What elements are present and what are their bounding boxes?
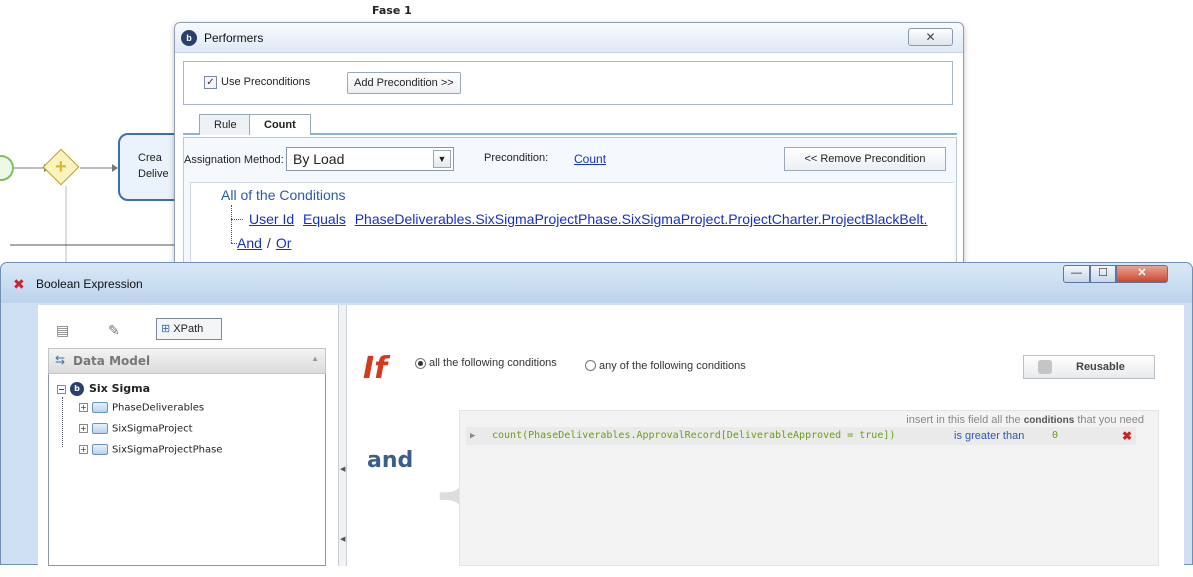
and-keyword: and xyxy=(367,448,414,473)
lane-title: Fase 1 xyxy=(372,4,412,17)
xpath-icon: ⊞ xyxy=(161,323,171,335)
tree-connector xyxy=(231,219,243,220)
and-or-toggle: And / Or xyxy=(237,235,296,251)
data-model-header[interactable]: ⇆ Data Model ▲ xyxy=(48,348,326,374)
any-conditions-radio[interactable] xyxy=(585,360,596,371)
performers-tabs: Rule Count xyxy=(183,111,957,135)
boolean-expression-title: Boolean Expression xyxy=(36,277,143,291)
expression-editor-icon: ✖ xyxy=(13,276,25,292)
tab-count[interactable]: Count xyxy=(249,114,311,135)
data-model-icon: ⇆ xyxy=(55,353,66,367)
data-model-title: Data Model xyxy=(73,354,151,368)
minimize-button[interactable]: — xyxy=(1063,265,1090,283)
count-tab-body: Assignation Method: By Load ▼ Preconditi… xyxy=(183,137,957,273)
boolean-expression-content: ▤ ✎ ⊞ XPath ⇆ Data Model ▲ − b Six Sigma +… xyxy=(38,305,1184,566)
condition-row: User Id Equals PhaseDeliverables.SixSigm… xyxy=(249,211,932,227)
if-keyword: If xyxy=(363,351,388,386)
conditions-panel[interactable]: insert in this field all the conditions … xyxy=(459,410,1159,566)
hint-keyword: conditions xyxy=(1023,415,1075,426)
close-button[interactable]: ✕ xyxy=(908,28,953,46)
tree-item-label: SixSigmaProject xyxy=(112,423,193,435)
tree-connector xyxy=(231,205,232,243)
data-model-tree: − b Six Sigma + PhaseDeliverables + SixSigma… xyxy=(48,374,326,566)
close-icon: ✕ xyxy=(925,30,936,44)
condition-operator[interactable]: is greater than xyxy=(954,427,1024,445)
expand-row-icon[interactable]: ▶ xyxy=(470,427,475,445)
close-button[interactable]: ✕ xyxy=(1116,265,1168,283)
all-conditions-label: all the following conditions xyxy=(429,357,557,369)
condition-operator-link[interactable]: Equals xyxy=(303,211,346,227)
app-logo-icon: b xyxy=(70,382,84,396)
delete-condition-icon[interactable]: ✖ xyxy=(1122,427,1132,445)
data-model-panel: ▤ ✎ ⊞ XPath ⇆ Data Model ▲ − b Six Sigma +… xyxy=(38,305,338,566)
tree-item[interactable]: + SixSigmaProject xyxy=(79,423,193,435)
tree-item[interactable]: + PhaseDeliverables xyxy=(79,402,204,414)
conditions-header[interactable]: All of the Conditions xyxy=(221,187,346,203)
expand-node-icon[interactable]: + xyxy=(79,424,88,433)
boolean-expression-titlebar[interactable]: ✖ Boolean Expression — ☐ ✕ xyxy=(1,263,1192,303)
reusable-button[interactable]: Reusable xyxy=(1023,355,1155,379)
hint-prefix: insert in this field all the xyxy=(906,414,1021,426)
expression-editor-panel: If all the following conditions any of t… xyxy=(346,305,1184,566)
and-or-separator: / xyxy=(266,235,271,251)
precondition-link[interactable]: Count xyxy=(574,152,606,166)
remove-precondition-button[interactable]: << Remove Precondition xyxy=(784,147,946,171)
entity-folder-icon xyxy=(92,444,108,455)
boolean-expression-window: ✖ Boolean Expression — ☐ ✕ ▤ ✎ ⊞ XPath ⇆… xyxy=(0,262,1193,566)
conditions-tree: All of the Conditions User Id Equals Pha… xyxy=(190,182,954,272)
tree-item[interactable]: + SixSigmaProjectPhase xyxy=(79,444,222,456)
performers-titlebar[interactable]: b Performers ✕ xyxy=(175,23,963,53)
chevron-left-icon[interactable]: ◀ xyxy=(340,465,345,473)
performers-dialog: b Performers ✕ ✓ Use Preconditions Add P… xyxy=(174,22,964,273)
gateway-plus-icon: + xyxy=(55,156,67,178)
condition-field-link[interactable]: User Id xyxy=(249,211,294,227)
assignation-method-label: Assignation Method: xyxy=(184,154,284,166)
tree-item-label: PhaseDeliverables xyxy=(112,402,205,414)
tree-root-label: Six Sigma xyxy=(89,382,151,395)
precondition-label: Precondition: xyxy=(484,152,549,164)
assignation-method-value: By Load xyxy=(293,151,345,167)
checkmark-icon xyxy=(1038,360,1052,374)
tree-root[interactable]: − b Six Sigma xyxy=(57,382,150,396)
condition-value-link[interactable]: PhaseDeliverables.SixSigmaProjectPhase.S… xyxy=(355,211,928,227)
performers-title: Performers xyxy=(204,31,264,45)
tree-item-label: SixSigmaProjectPhase xyxy=(112,444,223,456)
xpath-button[interactable]: ⊞ XPath xyxy=(156,318,222,340)
chevron-left-icon[interactable]: ◀ xyxy=(340,535,345,543)
expand-node-icon[interactable]: + xyxy=(79,403,88,412)
and-link[interactable]: And xyxy=(237,235,262,251)
entity-folder-icon xyxy=(92,402,108,413)
any-conditions-label: any of the following conditions xyxy=(599,360,746,372)
entity-folder-icon xyxy=(92,423,108,434)
tree-connector xyxy=(62,397,63,447)
use-preconditions-label: Use Preconditions xyxy=(221,76,311,88)
condition-left-expression[interactable]: count(PhaseDeliverables.ApprovalRecord[D… xyxy=(492,427,895,445)
app-logo-icon: b xyxy=(181,30,197,46)
maximize-button[interactable]: ☐ xyxy=(1090,265,1116,283)
conditions-hint: insert in this field all the conditions … xyxy=(906,414,1144,426)
tab-rule[interactable]: Rule xyxy=(199,114,252,135)
assignation-method-select[interactable]: By Load ▼ xyxy=(286,147,454,171)
use-preconditions-checkbox[interactable]: ✓ xyxy=(204,76,217,89)
condition-expression-row[interactable]: ▶ count(PhaseDeliverables.ApprovalRecord… xyxy=(466,427,1136,445)
all-conditions-radio[interactable] xyxy=(415,358,426,369)
collapse-node-icon[interactable]: − xyxy=(57,384,66,394)
panel-splitter[interactable]: ◀ ◀ xyxy=(338,305,346,566)
collapse-icon[interactable]: ▲ xyxy=(311,354,319,363)
reusable-label: Reusable xyxy=(1076,361,1125,373)
expand-node-icon[interactable]: + xyxy=(79,445,88,454)
preconditions-bar: ✓ Use Preconditions Add Precondition >> xyxy=(183,61,953,105)
add-precondition-button[interactable]: Add Precondition >> xyxy=(347,72,461,94)
document-icon[interactable]: ▤ xyxy=(56,322,69,339)
or-link[interactable]: Or xyxy=(276,235,292,251)
tools-icon[interactable]: ✎ xyxy=(108,322,120,339)
xpath-label: XPath xyxy=(173,323,204,335)
hint-suffix: that you need xyxy=(1077,414,1144,426)
chevron-down-icon[interactable]: ▼ xyxy=(433,150,451,168)
condition-value[interactable]: 0 xyxy=(1052,427,1058,445)
